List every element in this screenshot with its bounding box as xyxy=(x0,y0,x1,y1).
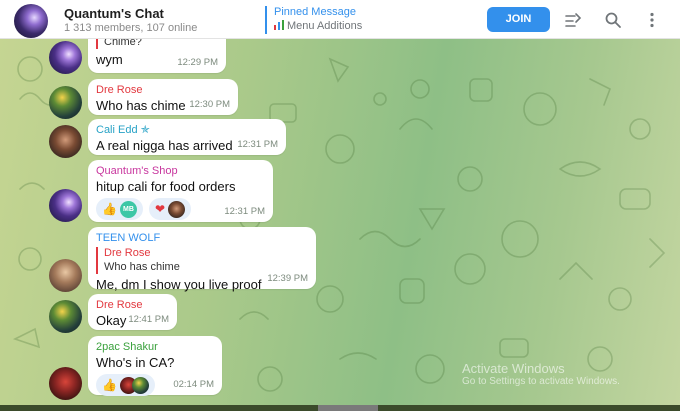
reactor-badge: MB xyxy=(119,200,137,218)
sender-name-row: Cali Edd ✯ xyxy=(96,123,278,137)
heart-icon: ❤ xyxy=(154,202,166,216)
message-time: 02:14 PM xyxy=(173,379,214,390)
sender-avatar[interactable] xyxy=(49,86,82,119)
sender-name[interactable]: 2pac Shakur xyxy=(96,340,214,354)
sender-avatar[interactable] xyxy=(49,189,82,222)
sender-name[interactable]: TEEN WOLF xyxy=(96,231,308,245)
message-text: Who's in CA? xyxy=(96,355,175,370)
sender-name[interactable]: Dre Rose xyxy=(96,83,230,97)
message-time: 12:31 PM xyxy=(224,206,265,217)
reply-text: Who has chime xyxy=(104,261,180,273)
message-time: 12:31 PM xyxy=(237,139,278,150)
message-time: 12:30 PM xyxy=(189,99,230,110)
sender-avatar[interactable] xyxy=(49,259,82,292)
chat-header: Quantum's Chat 1 313 members, 107 online… xyxy=(0,0,680,39)
message-bubble[interactable]: Dre Rose Who has chime 12:30 PM xyxy=(88,79,238,115)
sender-avatar[interactable] xyxy=(49,41,82,74)
activation-watermark-text: Go to Settings to activate Windows. xyxy=(462,376,620,387)
more-vertical-icon[interactable] xyxy=(643,11,661,29)
message-bubble[interactable]: 2pac Shakur Who's in CA? 👍 02:14 PM xyxy=(88,336,222,396)
member-count: 1 313 members, 107 online xyxy=(64,22,198,34)
message-time: 12:39 PM xyxy=(267,273,308,284)
reaction-thumbs-up[interactable]: 👍 xyxy=(96,374,155,396)
chat-title[interactable]: Quantum's Chat xyxy=(64,6,164,21)
pinned-text-row: Menu Additions xyxy=(274,19,362,33)
reaction-heart[interactable]: ❤ xyxy=(148,198,192,220)
sender-name[interactable]: Quantum's Shop xyxy=(96,164,265,178)
scroll-thumb[interactable] xyxy=(318,405,378,411)
message-time: 12:29 PM xyxy=(177,57,218,68)
sender-name[interactable]: Dre Rose xyxy=(96,298,169,312)
message-bubble[interactable]: Quantum's Shop hitup cali for food order… xyxy=(88,160,273,222)
pinned-message[interactable]: Pinned Message Menu Additions xyxy=(265,6,362,34)
pinned-label: Pinned Message xyxy=(274,6,356,18)
activation-watermark-title: Activate Windows xyxy=(462,361,565,376)
reactor-avatar xyxy=(131,376,149,394)
sender-avatar[interactable] xyxy=(49,125,82,158)
message-bubble[interactable]: Cali Edd ✯ A real nigga has arrived 12:3… xyxy=(88,119,286,155)
message-bubble[interactable]: Dre Rose Okay 12:41 PM xyxy=(88,294,177,330)
bar-chart-icon xyxy=(274,20,284,30)
sender-avatar[interactable] xyxy=(49,300,82,333)
topics-icon[interactable] xyxy=(564,11,582,29)
message-text: hitup cali for food orders xyxy=(96,179,236,194)
sender-name[interactable]: Cali Edd xyxy=(96,124,138,136)
window-bottom-bar xyxy=(0,405,680,411)
thumbs-up-icon: 👍 xyxy=(102,378,117,392)
reply-name: Dre Rose xyxy=(104,247,151,259)
reactor-avatar xyxy=(168,200,186,218)
chat-avatar[interactable] xyxy=(14,4,48,38)
thumbs-up-icon: 👍 xyxy=(102,202,117,216)
pinned-text: Menu Additions xyxy=(287,20,363,32)
message-bubble[interactable]: Chime? wym 12:29 PM xyxy=(88,33,226,73)
message-bubble[interactable]: TEEN WOLF Dre Rose Who has chime Me, dm … xyxy=(88,227,316,292)
message-time: 12:41 PM xyxy=(128,314,169,325)
search-icon[interactable] xyxy=(604,11,622,29)
sender-avatar[interactable] xyxy=(49,367,82,400)
star-icon: ✯ xyxy=(140,124,150,136)
join-button[interactable]: JOIN xyxy=(487,7,550,32)
reaction-thumbs-up[interactable]: 👍 MB xyxy=(96,198,143,220)
reply-quote[interactable]: Dre Rose Who has chime xyxy=(96,247,308,274)
